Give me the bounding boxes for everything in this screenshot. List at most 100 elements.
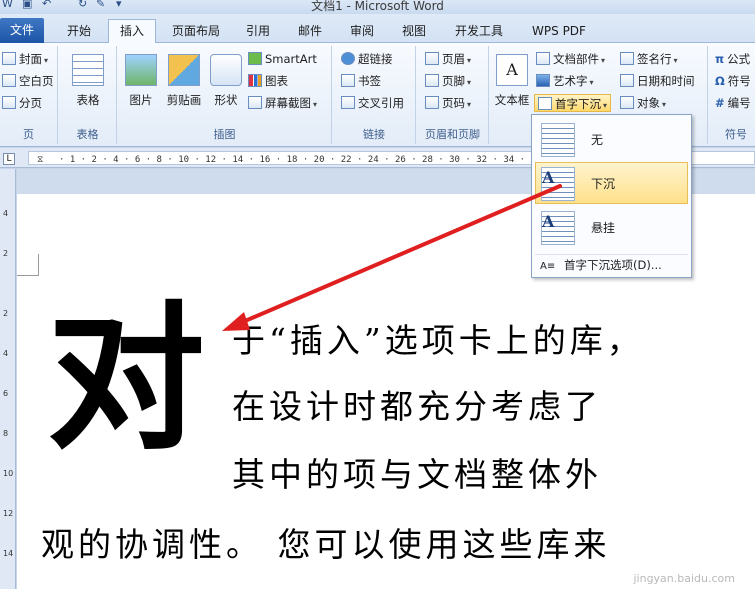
symbol-label: 符号 <box>727 74 751 88</box>
tab-references[interactable]: 引用 <box>236 20 280 43</box>
smartart-icon <box>248 52 262 65</box>
tab-view[interactable]: 视图 <box>392 20 436 43</box>
hyperlink-label: 超链接 <box>358 52 393 66</box>
wordart-label: 艺术字 <box>553 74 588 88</box>
smartart-button[interactable]: SmartArt <box>248 50 317 68</box>
page-break-button[interactable]: 分页 <box>2 94 42 112</box>
tab-wps-pdf[interactable]: WPS PDF <box>522 20 596 43</box>
symbol-button[interactable]: Ω 符号 <box>715 72 751 90</box>
dropcap-dropped-label: 下沉 <box>591 177 616 191</box>
omega-icon: Ω <box>715 74 725 88</box>
docparts-button[interactable]: 文档部件 ▾ <box>536 50 605 68</box>
page-number-button[interactable]: 页码 ▾ <box>425 94 471 112</box>
document-line-4[interactable]: 观的协调性。 您可以使用这些库来 <box>41 518 611 566</box>
watermark-text: jingyan.baidu.com <box>633 572 735 585</box>
textbox-icon: A <box>496 54 528 86</box>
picture-button[interactable]: 图片 <box>122 54 160 108</box>
dropcap-options-label: 首字下沉选项(D)... <box>564 258 662 272</box>
dropcap-icon <box>538 97 552 110</box>
document-line-1[interactable]: 于“插入”选项卡上的库， <box>232 314 644 362</box>
dropcap-margin-icon: A <box>541 211 575 245</box>
dropcap-option-margin[interactable]: A 悬挂 <box>535 206 688 248</box>
dropcap-button[interactable]: 首字下沉 ▾ <box>534 94 612 112</box>
chart-button[interactable]: 图表 <box>248 72 288 90</box>
dropcap-option-dropped[interactable]: A 下沉 <box>535 162 688 204</box>
table-icon <box>72 54 104 86</box>
clipart-button[interactable]: 剪贴画 <box>162 54 206 108</box>
blank-page-label: 空白页 <box>19 74 54 88</box>
crossref-label: 交叉引用 <box>358 96 404 110</box>
footer-label: 页脚 <box>442 74 465 88</box>
shapes-icon <box>210 54 242 86</box>
number-icon: # <box>715 96 725 110</box>
tab-insert[interactable]: 插入 <box>108 19 156 44</box>
screenshot-icon <box>248 96 262 109</box>
crossref-button[interactable]: 交叉引用 <box>341 94 404 112</box>
hyperlink-icon <box>341 52 355 65</box>
margin-corner-left <box>17 254 39 276</box>
picture-label: 图片 <box>129 93 153 107</box>
group-label-header-footer: 页眉和页脚 <box>425 128 480 141</box>
object-icon <box>620 96 634 109</box>
cover-page-button[interactable]: 封面 ▾ <box>2 50 48 68</box>
tab-file[interactable]: 文件 <box>0 18 44 43</box>
shapes-button[interactable]: 形状 <box>208 54 244 108</box>
tab-review[interactable]: 审阅 <box>340 20 384 43</box>
title-bar: W ▣ ↶ ↻ ✎ ▾ 文档1 - Microsoft Word <box>0 0 755 14</box>
document-line-3[interactable]: 其中的项与文档整体外 <box>232 448 602 496</box>
object-button[interactable]: 对象 ▾ <box>620 94 666 112</box>
hyperlink-button[interactable]: 超链接 <box>341 50 393 68</box>
textbox-button[interactable]: A 文本框 <box>492 54 532 108</box>
tab-mailings[interactable]: 邮件 <box>288 20 332 43</box>
blank-page-button[interactable]: 空白页 <box>2 72 54 90</box>
dropcap-dropdown-menu: 无 A 下沉 A 悬挂 A≡ 首字下沉选项(D)... <box>531 114 692 278</box>
group-pages: 封面 ▾ 空白页 分页 页 <box>0 46 58 144</box>
dropcap-option-none[interactable]: 无 <box>535 118 688 160</box>
textbox-label: 文本框 <box>494 93 530 107</box>
datetime-label: 日期和时间 <box>637 74 695 88</box>
dropcap-options-item[interactable]: A≡ 首字下沉选项(D)... <box>535 254 688 274</box>
page-break-icon <box>2 96 16 109</box>
dropcap-options-icon: A≡ <box>540 261 556 272</box>
signature-line-button[interactable]: 签名行 ▾ <box>620 50 678 68</box>
crossref-icon <box>341 96 355 109</box>
wordart-button[interactable]: 艺术字 ▾ <box>536 72 594 90</box>
group-label-links: 链接 <box>363 128 385 141</box>
bookmark-button[interactable]: 书签 <box>341 72 381 90</box>
group-illustrations: 图片 剪贴画 形状 SmartArt 图表 屏幕截图 ▾ 插图 <box>118 46 332 144</box>
signature-icon <box>620 52 634 65</box>
ribbon-tabs: 文件 开始 插入 页面布局 引用 邮件 审阅 视图 开发工具 WPS PDF <box>0 14 755 44</box>
calendar-icon <box>620 74 634 87</box>
chart-icon <box>248 74 262 87</box>
smartart-label: SmartArt <box>265 52 317 66</box>
cover-page-label: 封面 <box>19 52 42 66</box>
vertical-ruler[interactable]: 4 2 2 4 6 8 10 12 14 <box>0 169 16 589</box>
datetime-button[interactable]: 日期和时间 <box>620 72 695 90</box>
docparts-label: 文档部件 <box>553 52 599 66</box>
number-label: 编号 <box>727 96 751 110</box>
group-header-footer: 页眉 ▾ 页脚 ▾ 页码 ▾ 页眉和页脚 <box>417 46 489 144</box>
screenshot-label: 屏幕截图 <box>265 96 311 110</box>
tab-page-layout[interactable]: 页面布局 <box>162 20 230 43</box>
tab-selector[interactable]: L <box>3 153 15 165</box>
document-line-2[interactable]: 在设计时都充分考虑了 <box>232 380 602 428</box>
screenshot-button[interactable]: 屏幕截图 ▾ <box>248 94 317 112</box>
number-button[interactable]: # 编号 <box>715 94 751 112</box>
equation-button[interactable]: π 公式 <box>715 50 750 68</box>
tab-home[interactable]: 开始 <box>54 20 104 43</box>
blank-page-icon <box>2 74 16 87</box>
footer-icon <box>425 74 439 87</box>
header-label: 页眉 <box>442 52 465 66</box>
ruler-indent-marker[interactable]: ⧖ <box>37 155 43 165</box>
group-label-symbols: 符号 <box>725 128 747 141</box>
drop-cap-character[interactable]: 对 <box>47 301 205 459</box>
footer-button[interactable]: 页脚 ▾ <box>425 72 471 90</box>
dropcap-label: 首字下沉 <box>555 97 601 111</box>
header-button[interactable]: 页眉 ▾ <box>425 50 471 68</box>
group-label-pages: 页 <box>23 128 34 141</box>
table-button[interactable]: 表格 <box>67 54 109 108</box>
group-table: 表格 表格 <box>59 46 117 144</box>
dropcap-none-label: 无 <box>591 133 604 147</box>
picture-icon <box>125 54 157 86</box>
tab-developer[interactable]: 开发工具 <box>446 20 512 43</box>
